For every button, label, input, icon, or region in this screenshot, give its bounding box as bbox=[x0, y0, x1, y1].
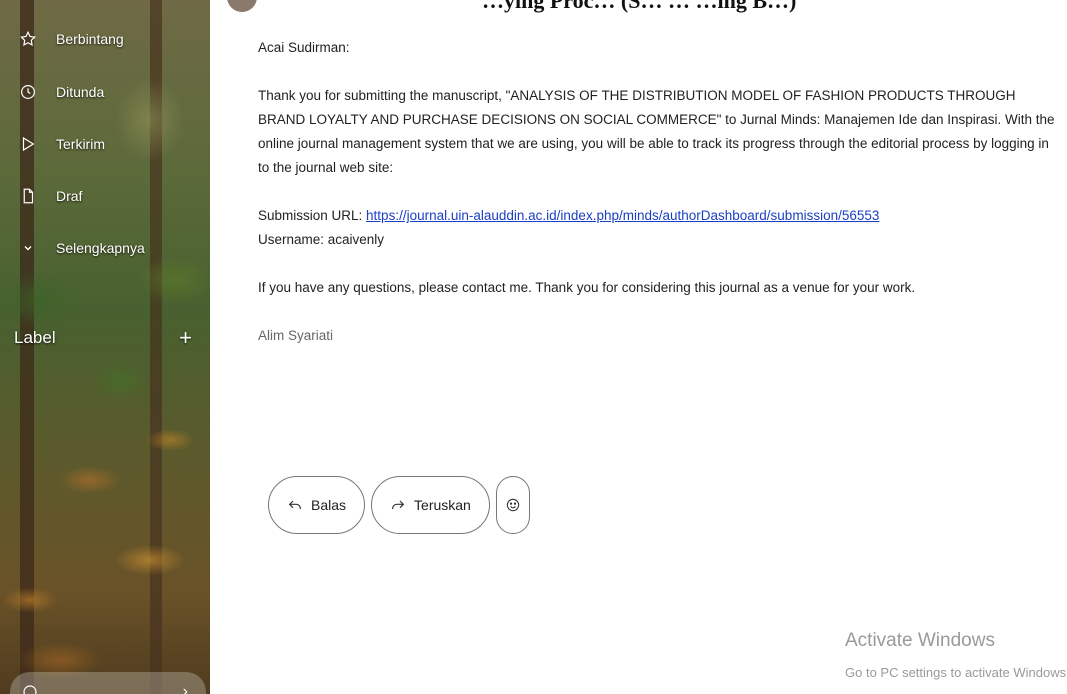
email-body-paragraph: Thank you for submitting the manuscript,… bbox=[258, 88, 1055, 175]
draft-file-icon bbox=[0, 187, 56, 205]
label-section-header: Label + bbox=[0, 318, 210, 358]
email-signature: Alim Syariati bbox=[258, 328, 334, 343]
chevron-down-icon bbox=[0, 239, 56, 257]
clock-icon bbox=[0, 83, 56, 101]
sidebar: Berbintang Ditunda Terkirim Draf Selengk… bbox=[0, 0, 210, 694]
forward-button[interactable]: Teruskan bbox=[371, 476, 490, 534]
emoji-reaction-button[interactable] bbox=[495, 476, 530, 534]
watermark-subtitle: Go to PC settings to activate Windows. bbox=[845, 665, 1067, 680]
emoji-icon bbox=[506, 498, 520, 512]
submission-url-link[interactable]: https://journal.uin-alauddin.ac.id/index… bbox=[366, 208, 879, 223]
email-actions: Balas Teruskan bbox=[268, 476, 530, 534]
sender-avatar bbox=[227, 0, 257, 12]
email-greeting: Acai Sudirman: bbox=[258, 40, 350, 55]
sidebar-item-label: Selengkapnya bbox=[56, 240, 145, 256]
windows-activation-watermark: Activate Windows Go to PC settings to ac… bbox=[845, 628, 1067, 684]
forward-button-label: Teruskan bbox=[414, 497, 471, 513]
label-section-title: Label bbox=[14, 328, 56, 347]
sidebar-item-sent[interactable]: Terkirim bbox=[0, 124, 210, 164]
reply-icon bbox=[288, 500, 301, 509]
forward-icon bbox=[392, 500, 405, 509]
sidebar-item-starred[interactable]: Berbintang bbox=[0, 19, 210, 59]
sidebar-item-label: Draf bbox=[56, 188, 83, 204]
sidebar-item-snoozed[interactable]: Ditunda bbox=[0, 72, 210, 112]
sidebar-item-more[interactable]: Selengkapnya bbox=[0, 228, 210, 268]
sidebar-item-label: Terkirim bbox=[56, 136, 105, 152]
username-line: Username: acaivenly bbox=[258, 232, 385, 247]
sidebar-item-label: Berbintang bbox=[56, 31, 124, 47]
send-icon bbox=[0, 135, 56, 153]
email-view: …ying Proc… (S… … …ing B…) Acai Sudirman… bbox=[210, 0, 1067, 694]
star-icon bbox=[0, 30, 56, 48]
account-icon bbox=[10, 683, 50, 694]
add-label-button[interactable]: + bbox=[179, 325, 210, 351]
sidebar-item-drafts[interactable]: Draf bbox=[0, 176, 210, 216]
submission-url-label: Submission URL: bbox=[258, 208, 367, 223]
email-subject-fragment: …ying Proc… (S… … …ing B…) bbox=[482, 0, 797, 13]
account-switcher[interactable]: › bbox=[10, 672, 206, 694]
reply-button[interactable]: Balas bbox=[268, 476, 366, 534]
sidebar-item-label: Ditunda bbox=[56, 84, 105, 100]
submission-url-line: Submission URL: https://journal.uin-alau… bbox=[258, 204, 1058, 228]
email-body: Acai Sudirman: Thank you for submitting … bbox=[258, 36, 1058, 348]
watermark-title: Activate Windows bbox=[845, 630, 995, 651]
chevron-right-icon: › bbox=[182, 683, 188, 694]
reply-button-label: Balas bbox=[311, 497, 347, 513]
email-closing: If you have any questions, please contac… bbox=[258, 280, 916, 295]
